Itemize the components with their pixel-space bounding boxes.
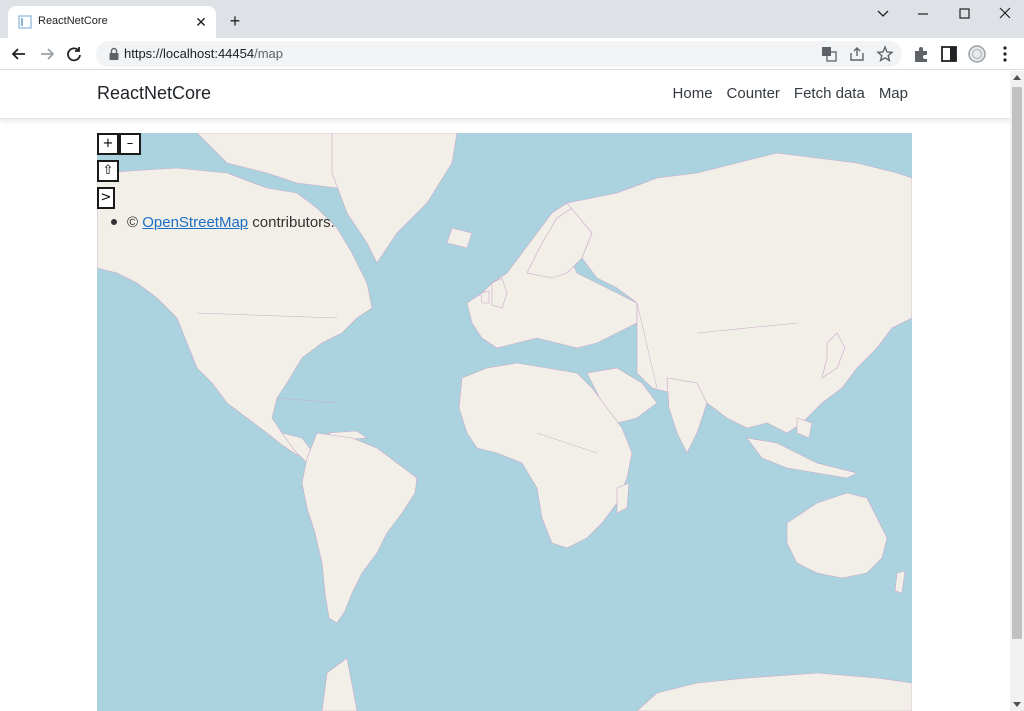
address-bar[interactable]: https://localhost:44454/map xyxy=(96,41,902,67)
navbar-brand[interactable]: ReactNetCore xyxy=(97,83,211,104)
forward-arrow-icon[interactable] xyxy=(36,43,58,65)
tab-title: ReactNetCore xyxy=(38,15,108,27)
profile-avatar-icon[interactable] xyxy=(966,43,988,65)
close-tab-icon[interactable]: ✕ xyxy=(192,13,210,31)
page-viewport: ReactNetCore Home Counter Fetch data Map xyxy=(0,71,1010,711)
list-bullet xyxy=(111,219,117,225)
browser-toolbar: https://localhost:44454/map xyxy=(0,38,1024,70)
scroll-thumb[interactable] xyxy=(1012,87,1022,639)
tab-strip: ReactNetCore ✕ + xyxy=(0,0,1024,38)
map-viewport[interactable]: + – ⇧ > © OpenStreetMap contributors. xyxy=(97,133,912,711)
nav-link-home[interactable]: Home xyxy=(673,85,713,102)
new-tab-button[interactable]: + xyxy=(224,10,246,32)
minimize-icon[interactable] xyxy=(908,4,938,24)
translate-icon[interactable] xyxy=(820,45,838,63)
reload-icon[interactable] xyxy=(63,43,85,65)
side-panel-icon[interactable] xyxy=(938,43,960,65)
close-window-icon[interactable] xyxy=(990,4,1020,24)
copyright-symbol: © xyxy=(127,214,139,231)
scroll-up-arrow-icon[interactable] xyxy=(1013,75,1021,80)
openstreetmap-link[interactable]: OpenStreetMap xyxy=(142,214,248,231)
nav-link-map[interactable]: Map xyxy=(879,85,908,102)
attribution-toggle-button[interactable]: > xyxy=(97,187,115,209)
scroll-down-arrow-icon[interactable] xyxy=(1013,702,1021,707)
menu-kebab-icon[interactable] xyxy=(994,43,1016,65)
bookmark-star-icon[interactable] xyxy=(876,45,894,63)
url-text: https://localhost:44454/map xyxy=(124,46,283,61)
site-navbar: ReactNetCore Home Counter Fetch data Map xyxy=(0,71,1010,119)
map-attribution: © OpenStreetMap contributors. xyxy=(111,214,335,231)
page-icon xyxy=(18,15,32,29)
browser-tab[interactable]: ReactNetCore ✕ xyxy=(8,6,216,38)
reset-rotation-button[interactable]: ⇧ xyxy=(97,160,119,182)
zoom-out-button[interactable]: – xyxy=(119,133,141,155)
url-path: /map xyxy=(254,46,283,61)
page-scrollbar[interactable] xyxy=(1010,71,1024,711)
tab-search-icon[interactable] xyxy=(868,4,898,24)
url-host: https://localhost:44454 xyxy=(124,46,255,61)
maximize-icon[interactable] xyxy=(949,4,979,24)
extensions-icon[interactable] xyxy=(910,43,932,65)
nav-links: Home Counter Fetch data Map xyxy=(673,85,908,102)
share-icon[interactable] xyxy=(848,45,866,63)
zoom-in-button[interactable]: + xyxy=(97,133,119,155)
attribution-suffix: contributors. xyxy=(248,214,335,231)
nav-link-fetch-data[interactable]: Fetch data xyxy=(794,85,865,102)
lock-icon[interactable] xyxy=(108,47,120,61)
back-arrow-icon[interactable] xyxy=(8,43,30,65)
nav-link-counter[interactable]: Counter xyxy=(727,85,780,102)
